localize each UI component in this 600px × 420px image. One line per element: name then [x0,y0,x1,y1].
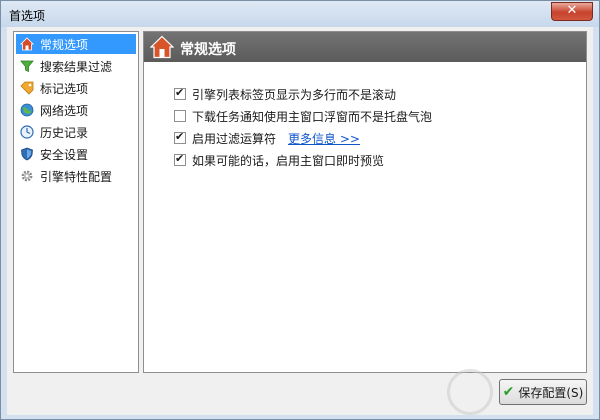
filter-operators-checkbox[interactable]: ✔ [174,130,186,144]
sidebar-item-general[interactable]: 常规选项 [16,34,136,54]
option-row: ✔ 启用过滤运算符 更多信息 >> [174,130,360,146]
filter-icon [20,59,34,73]
option-label: 下载任务通知使用主窗口浮窗而不是托盘气泡 [192,109,433,124]
instant-preview-checkbox[interactable]: ✔ [174,152,186,166]
option-row: 下载任务通知使用主窗口浮窗而不是托盘气泡 [174,108,432,124]
preferences-window: 首选项 ✕ 常规选项 搜索结果过滤 标记选项 网络选项 历史记录 安全设置 引擎… [0,0,600,420]
close-button[interactable]: ✕ [551,2,593,21]
sidebar-item-history[interactable]: 历史记录 [16,122,136,142]
save-config-button[interactable]: ✔ 保存配置(S) [499,379,587,405]
dialog-body: 常规选项 搜索结果过滤 标记选项 网络选项 历史记录 安全设置 引擎特性配置 常… [7,27,593,415]
settings-panel: 常规选项 ✔ 引擎列表标签页显示为多行而不是滚动 下载任务通知使用主窗口浮窗而不… [143,31,587,373]
close-icon: ✕ [566,3,578,18]
sidebar-item-label: 搜索结果过滤 [40,59,113,74]
shield-icon [20,147,34,161]
download-float-notify-checkbox[interactable] [174,110,186,122]
home-icon [20,37,34,51]
sidebar-item-label: 网络选项 [40,103,89,118]
multiline-tabs-checkbox[interactable]: ✔ [174,86,186,100]
watermark-logo [447,369,493,415]
option-label: 如果可能的话，启用主窗口即时预览 [192,153,385,168]
option-label: 引擎列表标签页显示为多行而不是滚动 [192,87,397,102]
sidebar-item-label: 标记选项 [40,81,89,96]
sidebar-item-network[interactable]: 网络选项 [16,100,136,120]
sidebar-item-result-filter[interactable]: 搜索结果过滤 [16,56,136,76]
option-label: 启用过滤运算符 [192,131,277,146]
sidebar-item-label: 安全设置 [40,147,89,162]
title-bar[interactable]: 首选项 ✕ [1,1,599,27]
sidebar-item-label: 常规选项 [40,37,89,52]
more-info-link[interactable]: 更多信息 >> [288,130,360,147]
window-title: 首选项 [9,9,46,23]
category-sidebar: 常规选项 搜索结果过滤 标记选项 网络选项 历史记录 安全设置 引擎特性配置 [13,31,139,373]
sidebar-item-engine-config[interactable]: 引擎特性配置 [16,166,136,186]
panel-title: 常规选项 [180,42,236,58]
sidebar-item-tags[interactable]: 标记选项 [16,78,136,98]
home-icon [149,35,175,59]
globe-icon [20,103,34,117]
check-icon: ✔ [175,86,185,99]
option-row: ✔ 如果可能的话，启用主窗口即时预览 [174,152,384,168]
option-row: ✔ 引擎列表标签页显示为多行而不是滚动 [174,86,396,102]
save-button-label: 保存配置(S) [518,385,584,400]
check-icon: ✔ [175,152,185,165]
tag-icon [20,81,34,95]
gear-icon [20,169,34,183]
panel-header: 常规选项 [144,32,586,62]
checkmark-icon: ✔ [502,384,515,400]
sidebar-item-security[interactable]: 安全设置 [16,144,136,164]
clock-icon [20,125,34,139]
sidebar-item-label: 引擎特性配置 [40,169,113,184]
check-icon: ✔ [175,130,185,143]
sidebar-item-label: 历史记录 [40,125,89,140]
